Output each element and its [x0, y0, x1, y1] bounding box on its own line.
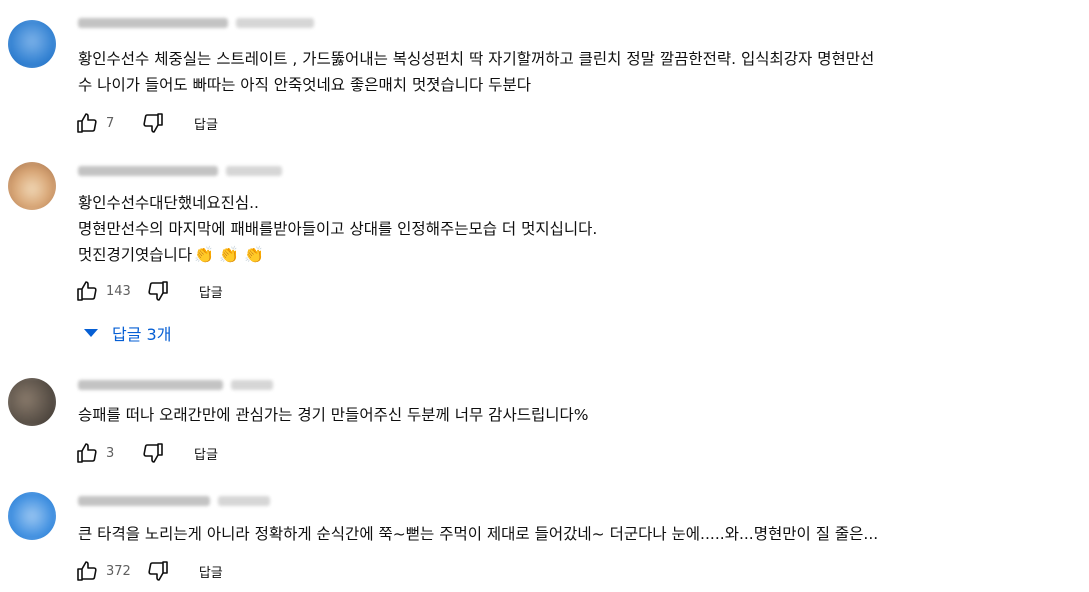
like-count: 3: [106, 445, 115, 461]
comment-meta: [78, 378, 273, 392]
reply-button[interactable]: 답글: [199, 282, 223, 301]
like-count: 7: [106, 115, 115, 131]
reply-button[interactable]: 답글: [194, 114, 218, 133]
avatar[interactable]: [8, 492, 56, 540]
comment-meta: [78, 494, 270, 508]
thumbs-down-icon: [143, 443, 163, 463]
dislike-button[interactable]: [145, 558, 171, 584]
timestamp-blurred[interactable]: [218, 496, 270, 506]
comment-meta: [78, 16, 314, 30]
triangle-down-icon: [84, 329, 98, 337]
thumbs-down-icon: [148, 281, 168, 301]
like-count: 372: [106, 563, 131, 579]
timestamp-blurred[interactable]: [236, 18, 314, 28]
replies-count-label: 답글 3개: [112, 325, 172, 344]
comment-actions: 372 답글: [74, 558, 223, 584]
author-name-blurred[interactable]: [78, 496, 210, 506]
reply-button[interactable]: 답글: [199, 562, 223, 581]
comment-text-content: 황인수선수대단했네요진심.. 명현만선수의 마지막에 패배를받아들이고 상대를 …: [78, 194, 598, 264]
timestamp-blurred[interactable]: [226, 166, 282, 176]
like-button[interactable]: [74, 440, 100, 466]
author-name-blurred[interactable]: [78, 380, 223, 390]
like-count: 143: [106, 283, 131, 299]
thumbs-down-icon: [148, 561, 168, 581]
like-button[interactable]: [74, 278, 100, 304]
comment-actions: 143 답글: [74, 278, 223, 304]
comment-text: 큰 타격을 노리는게 아니라 정확하게 순식간에 쭉~뻗는 주먹이 제대로 들어…: [78, 525, 879, 543]
show-replies-button[interactable]: 답글 3개: [84, 320, 171, 346]
timestamp-blurred[interactable]: [231, 380, 273, 390]
dislike-button[interactable]: [145, 278, 171, 304]
thumbs-up-icon: [77, 113, 97, 133]
avatar[interactable]: [8, 20, 56, 68]
avatar[interactable]: [8, 162, 56, 210]
comment-meta: [78, 164, 282, 178]
clapping-emoji: 👏 👏 👏: [194, 245, 265, 264]
thumbs-up-icon: [77, 443, 97, 463]
like-button[interactable]: [74, 110, 100, 136]
author-name-blurred[interactable]: [78, 166, 218, 176]
like-button[interactable]: [74, 558, 100, 584]
thumbs-down-icon: [143, 113, 163, 133]
author-name-blurred[interactable]: [78, 18, 228, 28]
avatar[interactable]: [8, 378, 56, 426]
comment-text: 황인수선수 체중실는 스트레이트 , 가드뚫어내는 복싱성펀치 딱 자기할꺼하고…: [78, 50, 875, 94]
dislike-button[interactable]: [140, 110, 166, 136]
reply-button[interactable]: 답글: [194, 444, 218, 463]
comment-actions: 7 답글: [74, 110, 218, 136]
dislike-button[interactable]: [140, 440, 166, 466]
thumbs-up-icon: [77, 281, 97, 301]
comment-text: 황인수선수대단했네요진심.. 명현만선수의 마지막에 패배를받아들이고 상대를 …: [78, 190, 1068, 268]
comment-text: 승패를 떠나 오래간만에 관심가는 경기 만들어주신 두분께 너무 감사드립니다…: [78, 406, 589, 424]
thumbs-up-icon: [77, 561, 97, 581]
comment-actions: 3 답글: [74, 440, 218, 466]
